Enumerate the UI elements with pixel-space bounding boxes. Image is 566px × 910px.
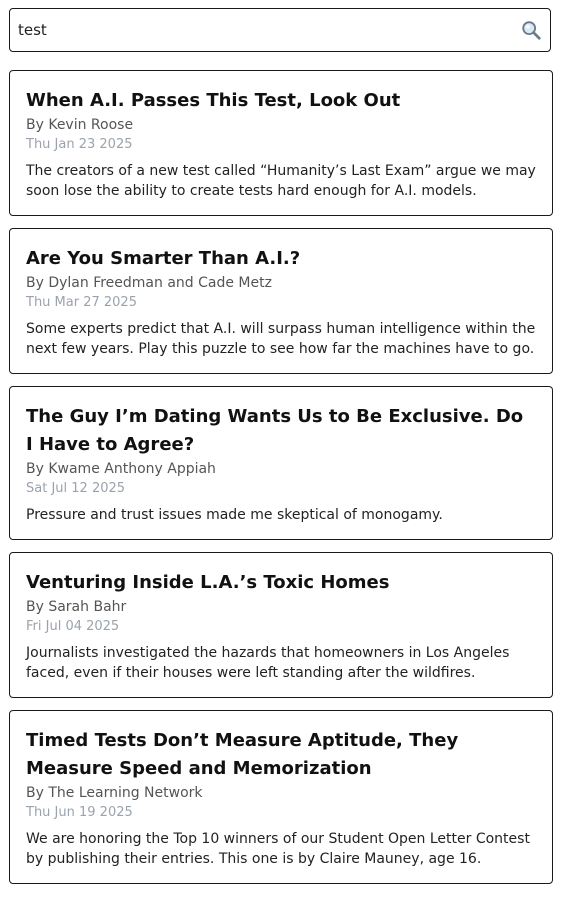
article-title[interactable]: Timed Tests Don’t Measure Aptitude, They… <box>26 727 536 783</box>
article-date: Thu Jan 23 2025 <box>26 137 133 152</box>
search-input[interactable] <box>18 9 508 51</box>
article-card[interactable]: Venturing Inside L.A.’s Toxic Homes By S… <box>9 552 553 698</box>
article-date: Sat Jul 12 2025 <box>26 481 126 496</box>
article-card[interactable]: When A.I. Passes This Test, Look Out By … <box>9 70 553 216</box>
article-byline: By Dylan Freedman and Cade Metz <box>26 275 272 291</box>
article-byline: By Sarah Bahr <box>26 599 127 615</box>
article-byline: By Kwame Anthony Appiah <box>26 461 216 477</box>
article-byline: By Kevin Roose <box>26 117 134 133</box>
search-icon[interactable] <box>520 19 542 41</box>
article-date: Fri Jul 04 2025 <box>26 619 120 634</box>
article-summary: Pressure and trust issues made me skepti… <box>26 507 443 523</box>
article-date: Thu Mar 27 2025 <box>26 295 137 310</box>
search-bar <box>9 8 551 52</box>
article-title[interactable]: When A.I. Passes This Test, Look Out <box>26 87 536 115</box>
article-summary: We are honoring the Top 10 winners of ou… <box>26 831 530 867</box>
article-summary: Journalists investigated the hazards tha… <box>26 645 510 681</box>
article-card[interactable]: Are You Smarter Than A.I.? By Dylan Free… <box>9 228 553 374</box>
article-summary: The creators of a new test called “Human… <box>26 163 536 199</box>
article-card[interactable]: The Guy I’m Dating Wants Us to Be Exclus… <box>9 386 553 540</box>
article-date: Thu Jun 19 2025 <box>26 805 133 820</box>
article-summary: Some experts predict that A.I. will surp… <box>26 321 536 357</box>
article-card[interactable]: Timed Tests Don’t Measure Aptitude, They… <box>9 710 553 884</box>
article-title[interactable]: The Guy I’m Dating Wants Us to Be Exclus… <box>26 403 536 459</box>
article-byline: By The Learning Network <box>26 785 203 801</box>
results-list: When A.I. Passes This Test, Look Out By … <box>9 70 553 896</box>
article-title[interactable]: Are You Smarter Than A.I.? <box>26 245 536 273</box>
article-title[interactable]: Venturing Inside L.A.’s Toxic Homes <box>26 569 536 597</box>
